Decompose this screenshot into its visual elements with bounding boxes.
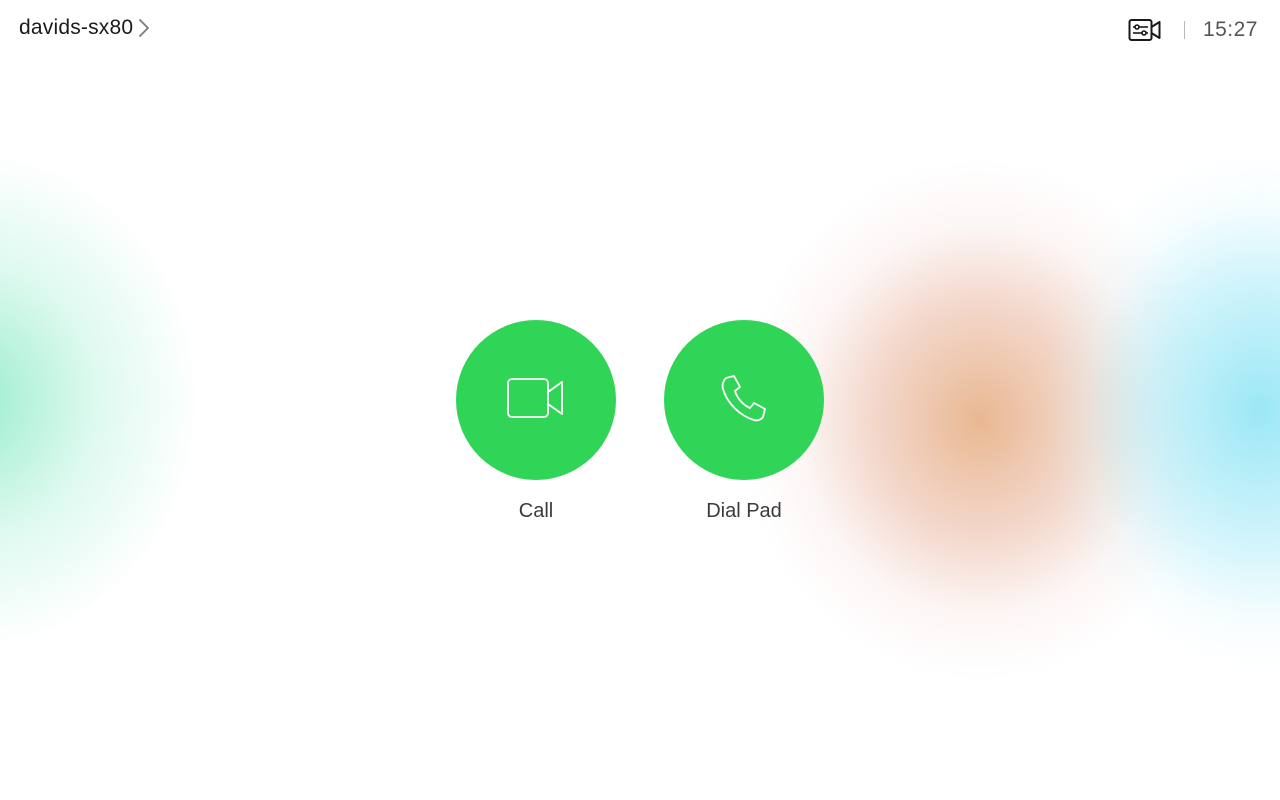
- clock: 15:27: [1202, 18, 1258, 41]
- device-name-label: davids-sx80: [19, 16, 134, 39]
- dial-pad-button[interactable]: Dial Pad: [664, 320, 824, 523]
- call-button[interactable]: Call: [456, 320, 616, 523]
- dial-pad-label: Dial Pad: [706, 500, 782, 522]
- call-button-circle[interactable]: [456, 320, 616, 480]
- chevron-right-icon: [137, 17, 151, 39]
- action-group: Call Dial Pad: [456, 320, 824, 523]
- status-area: 15:27: [1128, 14, 1258, 46]
- phone-handset-icon: [718, 372, 770, 429]
- video-camera-icon: [506, 376, 566, 425]
- background-blob-mint: [0, 150, 200, 650]
- home-screen: davids-sx80 15:27 Call Dial Pad: [0, 0, 1280, 800]
- call-label: Call: [518, 500, 554, 522]
- background-blob-cyan: [1040, 150, 1280, 670]
- status-divider: [1183, 21, 1185, 39]
- dial-pad-button-circle[interactable]: [664, 320, 824, 480]
- device-name-button[interactable]: davids-sx80: [19, 16, 151, 40]
- camera-settings-icon[interactable]: [1128, 16, 1162, 44]
